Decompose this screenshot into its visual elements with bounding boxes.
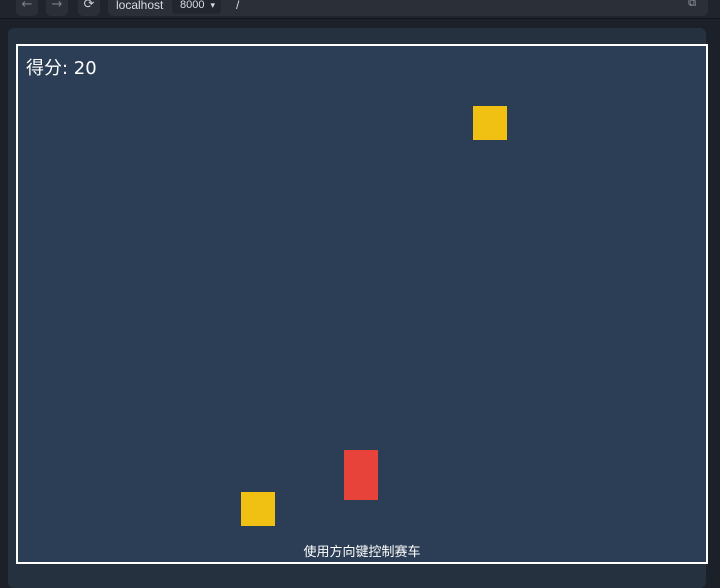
address-path: / <box>236 0 240 12</box>
forward-arrow-icon[interactable]: → <box>46 0 68 16</box>
score-display: 得分: 20 <box>26 58 97 79</box>
controls-instructions: 使用方向键控制赛车 <box>303 545 421 560</box>
back-arrow-icon[interactable]: ← <box>16 0 38 16</box>
reload-icon[interactable]: ⟳ <box>78 0 100 16</box>
address-host: localhost <box>116 0 164 12</box>
player-car <box>344 450 378 500</box>
port-value: 8000 <box>180 0 205 11</box>
address-bar[interactable]: localhost 8000 ▾ / ⧉ <box>108 0 708 16</box>
copy-icon[interactable]: ⧉ <box>684 0 700 11</box>
obstacle-block <box>473 106 507 140</box>
chevron-down-icon: ▾ <box>210 0 216 10</box>
game-canvas[interactable]: 得分: 20 使用方向键控制赛车 <box>16 44 708 564</box>
obstacle-block <box>241 492 275 526</box>
port-select[interactable]: 8000 ▾ <box>172 0 222 14</box>
browser-toolbar: ← → ⟳ localhost 8000 ▾ / ⧉ <box>0 0 720 19</box>
